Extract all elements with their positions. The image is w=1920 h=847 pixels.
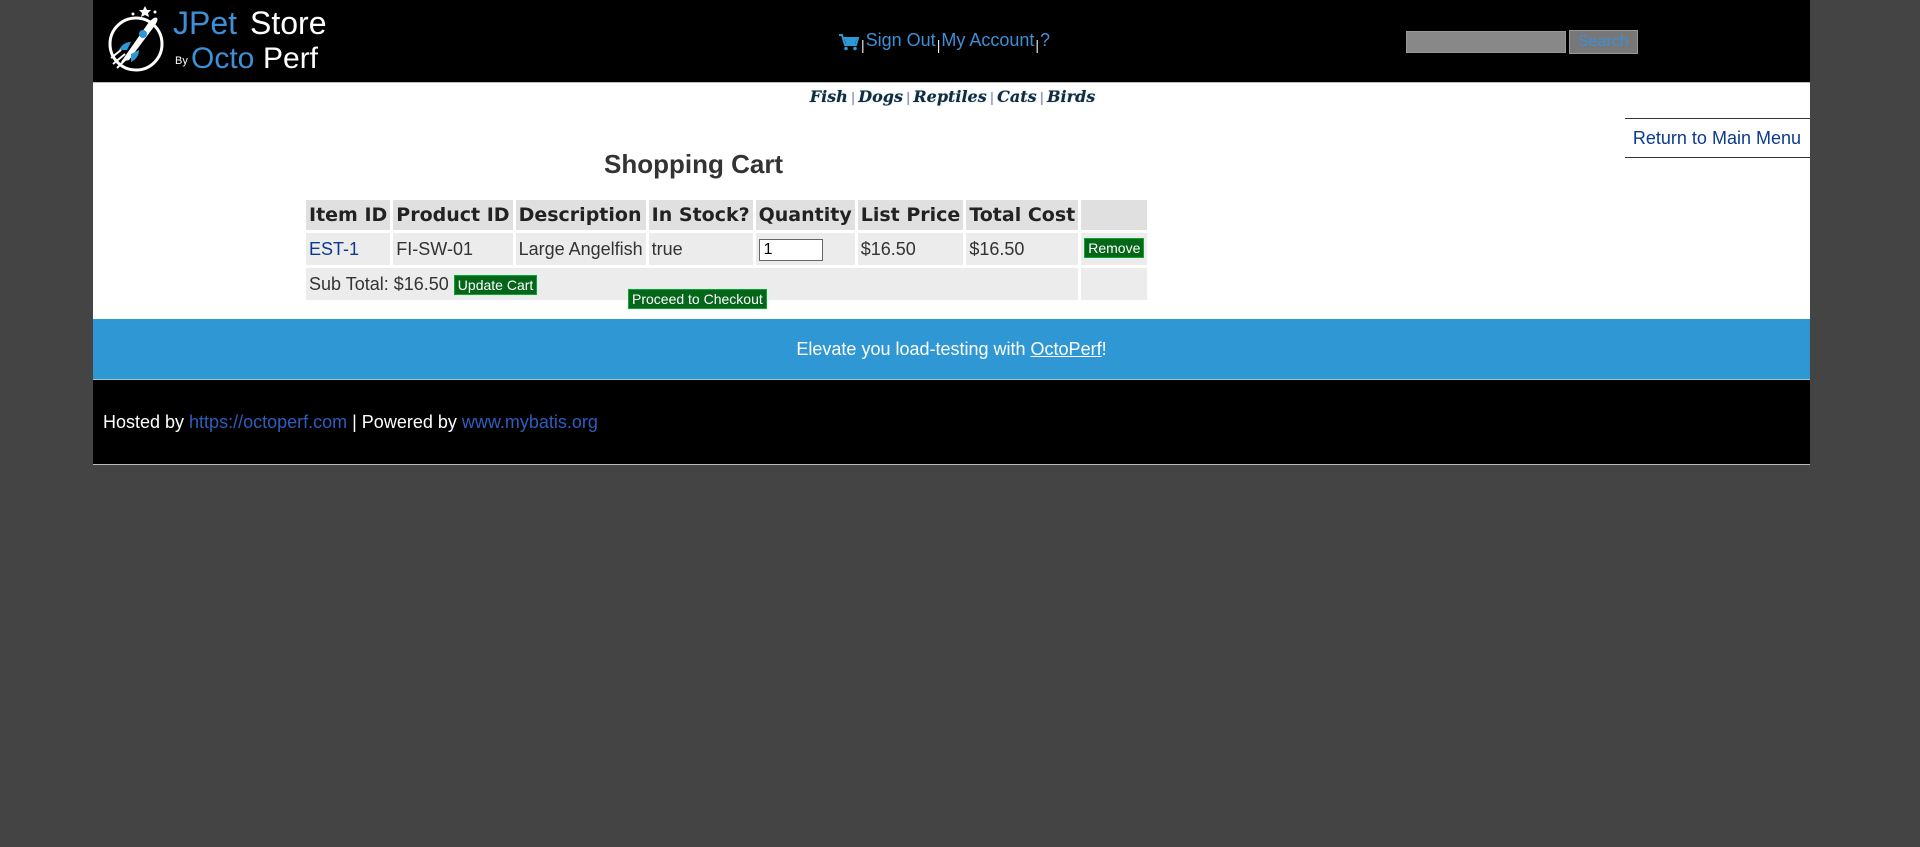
cell-item-id: EST-1 [306,233,391,265]
header: JPet Store By Octo Perf |Sign Out|My Acc… [93,0,1810,83]
quantity-input[interactable] [758,238,823,261]
logo-text-by: By [175,55,188,67]
cell-empty [1081,268,1148,300]
quicklink-dogs[interactable]: Dogs [858,87,903,106]
quicklink-birds[interactable]: Birds [1047,87,1095,106]
cell-total-cost: $16.50 [966,233,1079,265]
sign-out-link[interactable]: Sign Out [866,30,936,50]
column-header-list-price: List Price [857,200,964,230]
search-button[interactable]: Search [1569,30,1638,54]
jpetstore-logo[interactable]: JPet Store By Octo Perf [103,2,333,78]
item-id-link[interactable]: EST-1 [309,239,359,259]
page-title: Shopping Cart [604,149,784,179]
powered-by-text: | Powered by [347,411,462,432]
table-header-row: Item ID Product ID Description In Stock?… [306,200,1148,230]
mybatis-link[interactable]: www.mybatis.org [462,412,598,433]
my-account-link[interactable]: My Account [941,30,1034,50]
category-quick-links: Fish | Dogs | Reptiles | Cats | Birds [93,83,1810,109]
quicklink-separator: | [905,91,911,106]
column-header-total-cost: Total Cost [966,200,1079,230]
hosted-by-text: Hosted by [103,411,190,432]
banner-suffix: ! [1101,338,1107,359]
return-to-main-menu-link[interactable]: Return to Main Menu [1633,128,1801,149]
column-header-quantity: Quantity [755,200,855,230]
column-header-description: Description [515,200,646,230]
proceed-to-checkout-button[interactable]: Proceed to Checkout [628,289,767,309]
rocket-icon [108,6,164,72]
quicklink-reptiles[interactable]: Reptiles [913,87,986,106]
cell-list-price: $16.50 [857,233,964,265]
cell-description: Large Angelfish [515,233,646,265]
cart-table: Item ID Product ID Description In Stock?… [303,197,1150,303]
shopping-cart-icon[interactable] [838,33,860,51]
menu-separator: | [861,37,865,53]
back-link-box: Return to Main Menu [1625,118,1810,158]
update-cart-button[interactable]: Update Cart [453,274,538,295]
quicklink-separator: | [1039,91,1045,106]
logo-text-store: Store [250,5,326,41]
quicklink-fish[interactable]: Fish [810,87,848,106]
promo-banner: Elevate you load-testing with OctoPerf! [93,319,1810,380]
quicklink-separator: | [989,91,995,106]
cell-product-id: FI-SW-01 [393,233,513,265]
logo-text-jpet: JPet [173,5,237,41]
logo-text-octo: Octo [191,42,254,75]
column-header-actions [1081,200,1148,230]
menu-separator: | [936,37,941,53]
quicklink-cats[interactable]: Cats [997,87,1037,106]
table-row: EST-1 FI-SW-01 Large Angelfish true $16.… [306,233,1148,265]
quicklink-separator: | [850,91,856,106]
banner-text: Elevate you load-testing with [796,338,1031,359]
column-header-item-id: Item ID [306,200,391,230]
menu-separator: | [1035,37,1040,53]
cell-quantity [755,233,855,265]
octoperf-site-link[interactable]: https://octoperf.com [189,412,347,433]
search-input[interactable] [1406,31,1566,53]
cell-remove: Remove [1081,233,1148,265]
remove-button[interactable]: Remove [1084,238,1145,258]
help-link[interactable]: ? [1040,30,1050,50]
column-header-product-id: Product ID [393,200,513,230]
logo-text-perf: Perf [263,42,319,75]
cell-in-stock: true [648,233,753,265]
subtotal-text: Sub Total: $16.50 [309,273,449,294]
search-form: Search [1406,30,1638,54]
column-header-in-stock: In Stock? [648,200,753,230]
page-container: JPet Store By Octo Perf |Sign Out|My Acc… [93,0,1810,465]
main-content: Return to Main Menu Shopping Cart Item I… [93,109,1810,319]
header-menu: |Sign Out|My Account|? [838,30,1050,53]
octoperf-link[interactable]: OctoPerf [1031,339,1102,360]
footer: Hosted by https://octoperf.com | Powered… [93,380,1810,465]
